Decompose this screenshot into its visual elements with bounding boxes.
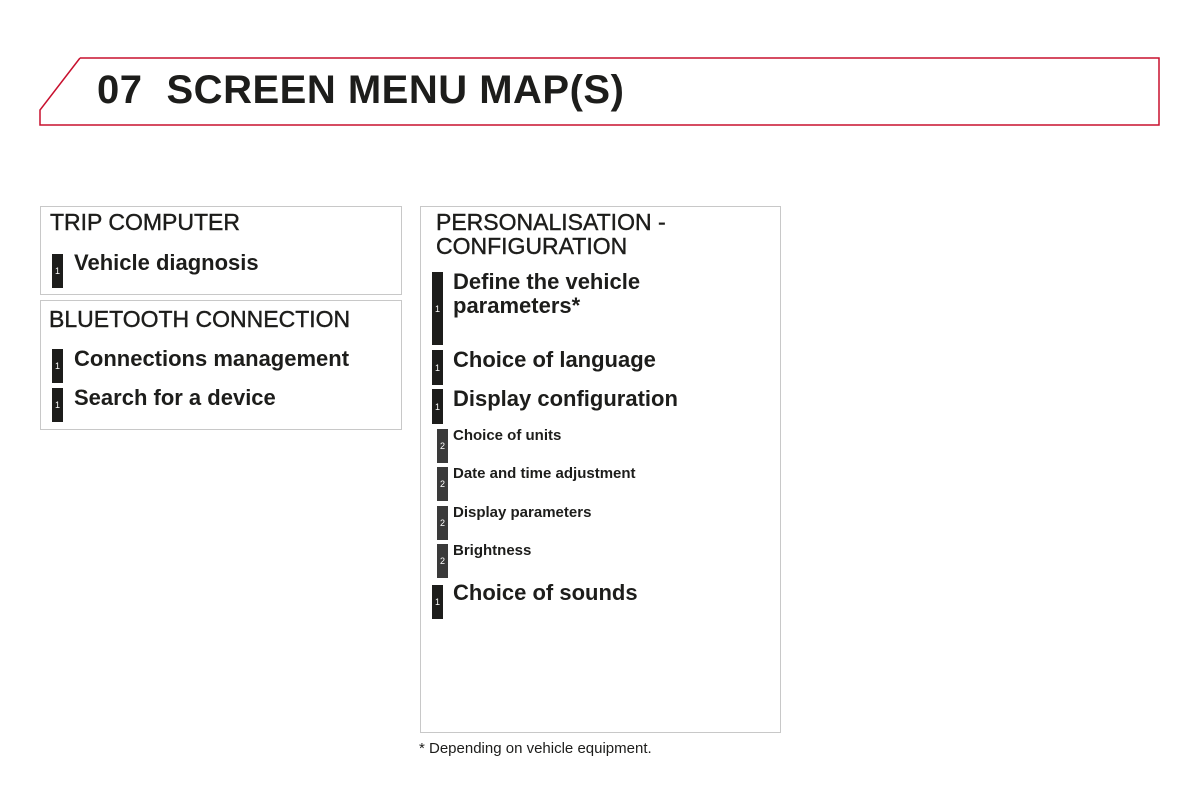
chapter-title: SCREEN MENU MAP(S) — [166, 68, 625, 112]
level-badge: 2 — [437, 467, 448, 501]
panel-title: BLUETOOTH CONNECTION — [49, 306, 351, 332]
menu-item-label: Brightness — [453, 542, 532, 559]
level-badge: 1 — [52, 349, 63, 383]
level-badge: 1 — [52, 388, 63, 422]
footnote: * Depending on vehicle equipment. — [419, 740, 652, 757]
level-badge: 2 — [437, 429, 448, 463]
menu-item-label-line2: parameters* — [453, 293, 581, 318]
level-badge: 1 — [432, 272, 443, 345]
panel-title: TRIP COMPUTER — [50, 209, 240, 235]
menu-item-label: Vehicle diagnosis — [74, 250, 259, 275]
menu-item-label: Search for a device — [74, 385, 276, 410]
menu-item-label: Connections management — [74, 346, 350, 371]
level-badge: 1 — [432, 585, 443, 619]
level-badge: 1 — [52, 254, 63, 288]
menu-item-label: Date and time adjustment — [453, 465, 636, 482]
level-badge: 1 — [432, 389, 443, 424]
menu-item-label: Choice of units — [453, 427, 562, 444]
trip-computer-panel: TRIP COMPUTER 1 Vehicle diagnosis — [40, 206, 402, 295]
page-title: 07 SCREEN MENU MAP(S) — [97, 68, 624, 113]
personalisation-configuration-panel: PERSONALISATION - CONFIGURATION 1 Define… — [420, 206, 781, 733]
level-badge: 2 — [437, 506, 448, 540]
menu-item-label: Choice of language — [453, 347, 656, 372]
level-badge: 2 — [437, 544, 448, 578]
panel-title-line1: PERSONALISATION - — [436, 209, 666, 235]
bluetooth-connection-panel: BLUETOOTH CONNECTION 1 Connections manag… — [40, 300, 402, 430]
level-badge: 1 — [432, 350, 443, 385]
menu-item-label: Display configuration — [453, 386, 678, 411]
chapter-number: 07 — [97, 68, 143, 112]
menu-item-label: Choice of sounds — [453, 580, 638, 605]
menu-item-label-line1: Define the vehicle — [453, 269, 641, 294]
menu-item-label: Display parameters — [453, 504, 592, 521]
panel-title-line2: CONFIGURATION — [436, 233, 628, 259]
